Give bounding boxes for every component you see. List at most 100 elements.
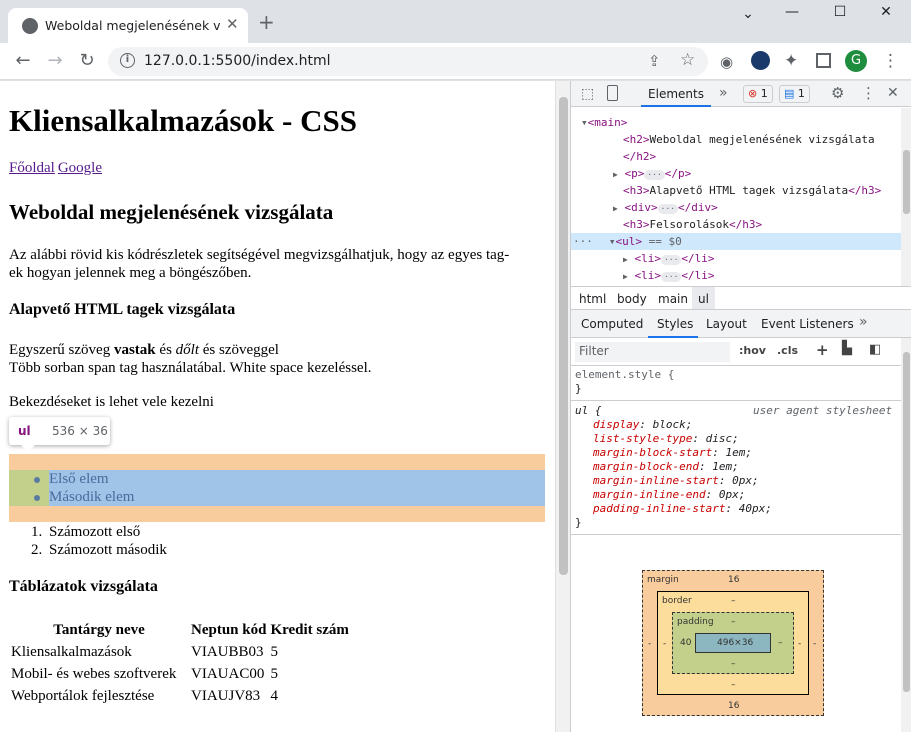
side-panel-icon[interactable] <box>816 53 831 68</box>
css-property[interactable]: margin-inline-start: 0px; <box>593 474 759 488</box>
minimize-button[interactable]: — <box>772 4 812 24</box>
property-name: margin-inline-end <box>593 488 706 501</box>
css-property[interactable]: margin-block-start: 1em; <box>593 446 752 460</box>
table-cell: Mobil- és webes szoftverek <box>11 666 177 682</box>
reload-button[interactable]: ↻ <box>76 51 98 71</box>
add-rule-icon[interactable]: + <box>816 341 829 359</box>
puzzle-icon[interactable]: ✦ <box>784 51 798 71</box>
margin-bottom-value[interactable]: 16 <box>728 701 739 711</box>
dom-node[interactable]: <h3>Felsorolások</h3> <box>623 216 762 233</box>
hov-button[interactable]: :hov <box>739 344 766 357</box>
table-cell: VIAUAC00 <box>191 666 265 682</box>
close-devtools-icon[interactable]: ✕ <box>887 85 899 101</box>
avatar[interactable]: G <box>845 50 867 72</box>
link-fooldal[interactable]: Főoldal <box>9 160 55 176</box>
border-top-value[interactable]: – <box>731 596 736 606</box>
margin-top-value[interactable]: 16 <box>728 575 739 585</box>
bookmark-star-icon[interactable]: ☆ <box>680 50 695 70</box>
dom-node-selected[interactable]: ··· ▾<ul> == $0 <box>571 233 901 250</box>
border-left-value[interactable]: - <box>663 639 666 649</box>
filter-input[interactable]: Filter <box>575 342 730 362</box>
tab-event-listeners[interactable]: Event Listeners <box>761 317 854 331</box>
browser-tab[interactable]: Weboldal megjelenésének vizsgálata ✕ <box>8 8 248 43</box>
border-right-value[interactable]: - <box>798 639 801 649</box>
sidebar-toggle-icon[interactable]: ◧ <box>869 342 881 357</box>
link-google[interactable]: Google <box>58 160 102 176</box>
css-property[interactable]: list-style-type: disc; <box>593 432 739 446</box>
dom-node[interactable]: ▶ <p> ··· </p> <box>613 165 691 182</box>
margin-right-value[interactable]: - <box>813 639 816 649</box>
more-tabs-icon[interactable]: » <box>719 85 728 101</box>
new-tab-button[interactable]: + <box>258 12 275 32</box>
padding-top-value[interactable]: – <box>731 617 736 627</box>
errors-badge[interactable]: ⊗ 1 <box>743 85 773 103</box>
scrollbar-thumb[interactable] <box>559 97 568 575</box>
css-property[interactable]: margin-block-end: 1em; <box>593 460 739 474</box>
gear-icon[interactable]: ⚙ <box>831 84 844 102</box>
rule-selector[interactable]: ul { <box>575 404 602 418</box>
extension-check-icon[interactable] <box>751 51 770 70</box>
css-property[interactable]: padding-inline-start: 40px; <box>593 502 772 516</box>
dom-node[interactable]: ▶ <li> ··· </li> <box>623 267 715 284</box>
share-icon[interactable]: ⇪ <box>648 52 661 70</box>
info-icon[interactable]: i <box>120 53 135 68</box>
table-cell: 5 <box>270 666 278 682</box>
page-title: Kliensalkalmazások - CSS <box>9 103 357 138</box>
page-scrollbar[interactable] <box>555 81 570 732</box>
tab-layout[interactable]: Layout <box>706 317 747 331</box>
menu-dots-icon[interactable]: ⋮ <box>882 51 899 71</box>
property-name: list-style-type <box>593 432 693 445</box>
collapse-icon: ▾ <box>608 235 616 248</box>
more-tabs-icon[interactable]: » <box>859 314 868 330</box>
dom-node[interactable]: <h3>Alapvető HTML tagek vizsgálata</h3> <box>623 182 881 199</box>
breadcrumb-item[interactable]: main <box>658 292 688 306</box>
tab-elements[interactable]: Elements <box>641 81 711 107</box>
padding-bottom-value[interactable]: – <box>731 659 736 669</box>
border-bottom-value[interactable]: – <box>731 680 736 690</box>
css-property[interactable]: margin-inline-end: 0px; <box>593 488 745 502</box>
device-toolbar-icon[interactable] <box>607 85 618 101</box>
dom-node[interactable]: <h2>Weboldal megjelenésének vizsgálata <box>623 131 875 148</box>
breadcrumb-item[interactable]: body <box>617 292 647 306</box>
ordered-list: 1. Számozott első 2. Számozott második <box>31 523 167 559</box>
close-tab-icon[interactable]: ✕ <box>226 15 239 33</box>
dom-node[interactable]: ▶ <div> ··· </div> <box>613 199 718 216</box>
paint-brush-icon[interactable]: ▙ <box>842 341 852 356</box>
breadcrumb-item[interactable]: html <box>579 292 606 306</box>
scrollbar-thumb[interactable] <box>903 150 910 214</box>
camera-icon[interactable]: ◉ <box>720 53 733 71</box>
tab-title: Weboldal megjelenésének vizsgálata <box>45 18 220 33</box>
padding-label: padding <box>677 617 714 627</box>
margin-left-value[interactable]: - <box>648 639 651 649</box>
inspect-icon[interactable]: ⬚ <box>581 86 594 102</box>
cls-button[interactable]: .cls <box>777 344 798 357</box>
css-property[interactable]: display: block; <box>593 418 692 432</box>
expand-icon: ▶ <box>623 255 628 264</box>
table-row: Kliensalkalmazások VIAUBB03 5 <box>9 641 351 663</box>
back-button[interactable]: ← <box>12 51 34 71</box>
tab-styles[interactable]: Styles <box>657 317 693 331</box>
dom-node[interactable]: ▾<main> <box>581 114 627 131</box>
style-rules: element.style { } ul { user agent styles… <box>571 367 901 537</box>
chevron-down-icon[interactable]: ⌄ <box>728 6 768 26</box>
dom-text: Felsorolások <box>649 218 729 231</box>
breadcrumb-item-active[interactable]: ul <box>692 287 715 309</box>
address-bar[interactable]: i 127.0.0.1:5500/index.html ⇪ ☆ <box>108 47 708 76</box>
element-style-selector[interactable]: element.style { <box>575 368 674 382</box>
scrollbar-thumb[interactable] <box>903 352 910 692</box>
bold-text: vastak <box>113 342 156 358</box>
menu-dots-icon[interactable]: ⋮ <box>861 84 876 102</box>
close-window-button[interactable]: ✕ <box>866 4 906 24</box>
content-size-value[interactable]: 496×36 <box>717 638 753 648</box>
padding-left-value[interactable]: 40 <box>680 638 691 648</box>
dom-scrollbar[interactable] <box>901 108 911 286</box>
messages-badge[interactable]: ▤ 1 <box>779 85 810 103</box>
italic-text: dőlt <box>175 342 199 358</box>
styles-scrollbar[interactable] <box>901 338 911 732</box>
maximize-button[interactable]: ☐ <box>820 4 860 24</box>
tab-computed[interactable]: Computed <box>581 317 643 331</box>
dom-node[interactable]: ▶ <li> ··· </li> <box>623 250 715 267</box>
forward-button[interactable]: → <box>44 51 66 71</box>
padding-right-value[interactable]: – <box>778 638 783 648</box>
table-header-row: Tantárgy neve Neptun kód Kredit szám <box>9 619 351 641</box>
